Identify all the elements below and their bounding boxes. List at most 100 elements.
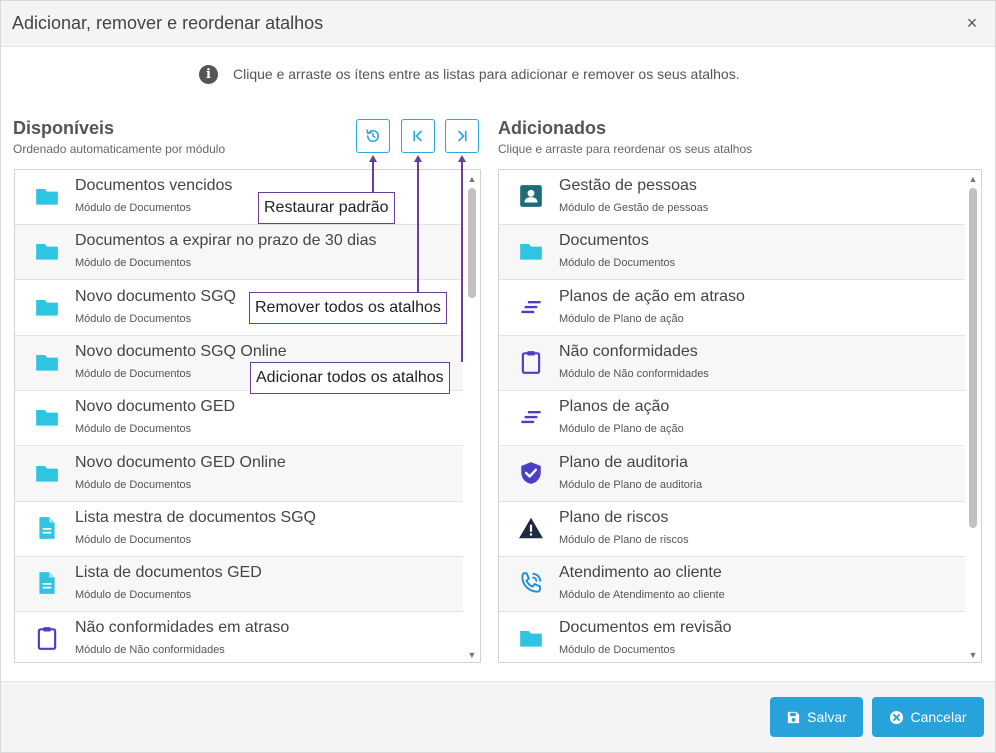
list-item[interactable]: Documentos Módulo de Documentos [499,225,965,281]
list-item[interactable]: Planos de ação em atraso Módulo de Plano … [499,281,965,336]
item-module: Módulo de Plano de ação [559,312,684,325]
lines-icon [517,403,545,431]
added-scrollbar[interactable]: ▲ ▼ [966,170,980,662]
callout-remove-all: Remover todos os atalhos [249,292,447,324]
item-module: Módulo de Documentos [75,423,192,436]
scroll-up-arrow[interactable]: ▲ [968,174,978,184]
move-last-icon [458,130,467,142]
remove-all-button[interactable] [401,119,435,153]
folder-icon [33,403,61,431]
contact-card-icon [517,182,545,210]
folder-icon [33,182,61,210]
item-module: Módulo de Documentos [75,367,192,380]
scroll-up-arrow[interactable]: ▲ [467,174,477,184]
item-module: Módulo de Não conformidades [75,644,225,657]
warning-icon [517,514,545,542]
scroll-thumb[interactable] [969,188,977,528]
list-item[interactable]: Novo documento GED Online Módulo de Docum… [15,446,463,502]
info-icon: i [199,64,218,84]
list-item[interactable]: Não conformidades em atraso Módulo de Não… [15,612,463,662]
phone-icon [517,569,545,597]
item-title: Não conformidades [559,342,698,360]
list-item[interactable]: Atendimento ao cliente Módulo de Atendime… [499,557,965,613]
added-subtitle: Clique e arraste para reordenar os seus … [498,142,753,156]
item-title: Lista de documentos GED [75,564,262,582]
folder-icon [33,459,61,487]
document-icon [33,514,61,542]
item-module: Módulo de Plano de auditoria [559,478,703,491]
item-module: Módulo de Plano de ação [559,423,684,436]
item-title: Novo documento GED [75,398,236,416]
cancel-button[interactable]: Cancelar [872,697,984,737]
item-module: Módulo de Gestão de pessoas [559,202,709,214]
item-module: Módulo de Documentos [559,257,676,270]
item-module: Módulo de Atendimento ao cliente [559,589,725,602]
list-item[interactable]: Documentos em revisão Módulo de Documento… [499,612,965,662]
available-list[interactable]: Documentos vencidos Módulo de Documentos D… [14,169,481,663]
item-title: Novo documento GED Online [75,453,286,471]
list-item[interactable]: Novo documento GED Módulo de Documentos [15,391,463,447]
callout-add-all: Adicionar todos os atalhos [250,362,450,394]
available-title: Disponíveis [13,118,115,138]
folder-icon [33,293,61,321]
save-button[interactable]: Salvar [770,697,863,737]
item-title: Planos de ação [559,398,670,416]
added-list[interactable]: Gestão de pessoas Módulo de Gestão de pes… [498,169,982,663]
item-title: Não conformidades em atraso [75,619,290,637]
lines-icon [517,293,545,321]
info-text: Clique e arraste os ítens entre as lista… [233,66,740,82]
dialog-title: Adicionar, remover e reordenar atalhos [12,13,324,33]
item-module: Módulo de Documentos [75,202,192,214]
move-first-icon [413,130,422,142]
info-message: i Clique e arraste os ítens entre as lis… [199,63,740,85]
callout-restore-default: Restaurar padrão [258,192,395,224]
item-title: Documentos em revisão [559,619,732,637]
save-label: Salvar [807,709,847,725]
floppy-disk-icon [788,711,800,723]
list-item[interactable]: Plano de auditoria Módulo de Plano de aud… [499,446,965,502]
list-item[interactable]: Não conformidades Módulo de Não conformid… [499,335,965,391]
list-item[interactable]: Lista de documentos GED Módulo de Documen… [15,557,463,613]
item-module: Módulo de Documentos [75,257,192,270]
item-title: Documentos [559,232,649,250]
item-module: Módulo de Documentos [75,533,192,546]
close-button[interactable]: × [963,13,981,33]
list-item[interactable]: Lista mestra de documentos SGQ Módulo de … [15,502,463,557]
clipboard-icon [517,348,545,376]
restore-default-button[interactable] [356,119,390,153]
folder-icon [517,237,545,265]
list-item[interactable]: Documentos a expirar no prazo de 30 dias… [15,225,463,281]
callout-connector [417,161,419,292]
scroll-down-arrow[interactable]: ▼ [467,650,477,660]
available-scrollbar[interactable]: ▲ ▼ [465,170,479,662]
item-module: Módulo de Plano de riscos [559,533,689,546]
shield-check-icon [517,459,545,487]
item-title: Novo documento SGQ Online [75,342,287,360]
item-title: Novo documento SGQ [75,287,236,305]
scroll-down-arrow[interactable]: ▼ [968,650,978,660]
item-module: Módulo de Documentos [75,478,192,491]
item-module: Módulo de Documentos [559,644,676,657]
item-title: Lista mestra de documentos SGQ [75,508,316,526]
folder-icon [517,624,545,652]
list-item[interactable]: Gestão de pessoas Módulo de Gestão de pes… [499,170,965,225]
shortcuts-dialog: Adicionar, remover e reordenar atalhos ×… [0,0,996,753]
cancel-icon [890,710,904,724]
add-all-button[interactable] [445,119,479,153]
item-title: Gestão de pessoas [559,177,697,194]
list-item[interactable]: Planos de ação Módulo de Plano de ação [499,391,965,447]
callout-connector [372,161,374,192]
list-item[interactable]: Plano de riscos Módulo de Plano de riscos [499,502,965,557]
scroll-thumb[interactable] [468,188,476,298]
item-module: Módulo de Não conformidades [559,367,709,380]
folder-icon [33,237,61,265]
list-item[interactable]: Documentos vencidos Módulo de Documentos [15,170,463,225]
item-title: Documentos a expirar no prazo de 30 dias [75,232,377,250]
clipboard-icon [33,624,61,652]
folder-icon [33,348,61,376]
item-title: Planos de ação em atraso [559,287,745,305]
callout-arrow [414,155,422,162]
item-title: Atendimento ao cliente [559,564,722,582]
restore-icon [366,129,379,142]
item-module: Módulo de Documentos [75,589,192,602]
